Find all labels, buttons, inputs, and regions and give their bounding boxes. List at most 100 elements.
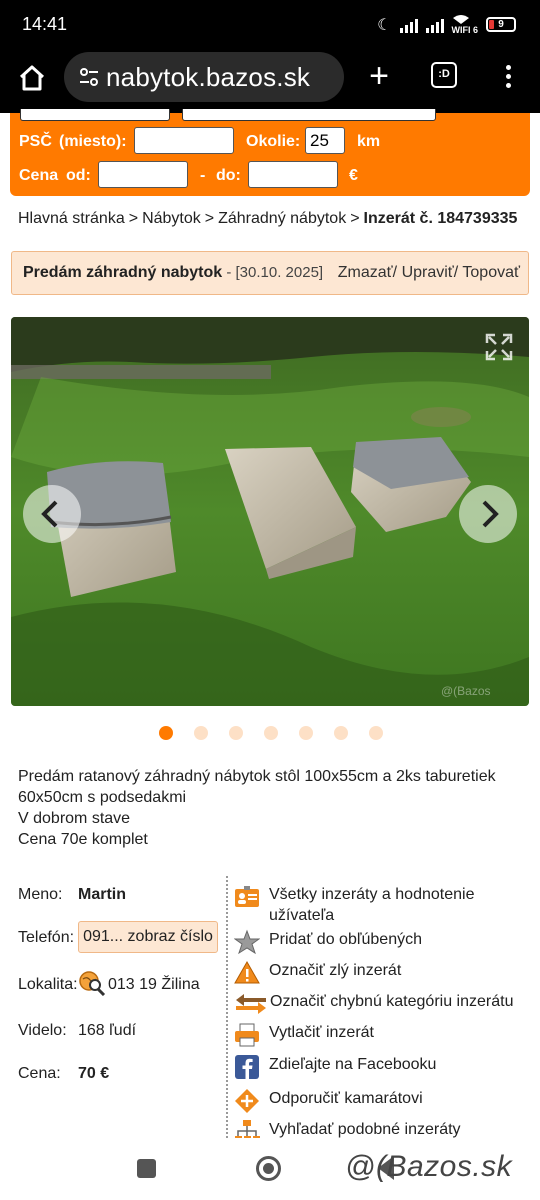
fullscreen-icon[interactable] (483, 331, 515, 363)
action-label: Označiť zlý inzerát (269, 962, 402, 979)
dash-label: - (200, 167, 206, 184)
search-field-cut-2[interactable] (182, 109, 436, 121)
price-row: Cena: (18, 1065, 78, 1083)
action-facebook[interactable]: Zdieľajte na Facebooku (234, 1054, 436, 1080)
od-label: od: (66, 167, 91, 184)
currency-label: € (349, 167, 358, 184)
phone-row: Telefón: (18, 929, 78, 947)
overflow-menu-icon[interactable] (496, 62, 520, 94)
action-favorite[interactable]: Pridať do obľúbených (234, 929, 422, 955)
warning-icon (234, 960, 260, 984)
cena-od-input[interactable] (98, 161, 188, 188)
cena-do-input[interactable] (248, 161, 338, 188)
pagination-dot[interactable] (334, 726, 348, 740)
breadcrumb-home[interactable]: Hlavná stránka (18, 210, 125, 227)
action-user-listings[interactable]: Všetky inzeráty a hodnotenie užívateľa (234, 884, 499, 926)
map-search-icon[interactable] (78, 970, 106, 996)
seller-name: Martin (78, 886, 126, 903)
printer-icon (235, 1023, 259, 1047)
status-time: 14:41 (22, 14, 68, 34)
pagination-dot[interactable] (369, 726, 383, 740)
url-text: nabytok.bazos.sk (106, 61, 311, 92)
status-icons: ☾ WIFI 6 9 (377, 14, 516, 35)
prev-photo-button[interactable] (23, 485, 81, 543)
status-bar: 14:41 ☾ WIFI 6 9 (0, 0, 540, 50)
description-line: Predám ratanový záhradný nábytok stôl 10… (18, 768, 496, 806)
action-label: Všetky inzeráty a hodnotenie užívateľa (269, 886, 475, 924)
user-card-icon (235, 886, 259, 907)
star-icon (234, 929, 260, 955)
location-value[interactable]: 013 19 Žilina (108, 976, 200, 994)
column-divider (226, 876, 228, 1138)
signal-icon (399, 17, 418, 33)
action-recommend[interactable]: Odporučiť kamarátovi (234, 1088, 423, 1114)
bazos-watermark: @(Bazos.sk (345, 1150, 513, 1183)
site-settings-icon[interactable] (78, 66, 100, 88)
wifi-icon: WIFI 6 (451, 14, 479, 35)
home-nav-icon[interactable] (256, 1156, 281, 1181)
breadcrumb-current: Inzerát č. 184739335 (363, 210, 518, 227)
description-line: V dobrom stave (18, 810, 131, 827)
battery-icon: 9 (486, 17, 516, 32)
phone-label: Telefón: (18, 929, 75, 946)
new-tab-icon[interactable]: + (364, 58, 394, 98)
browser-toolbar: nabytok.bazos.sk + :D (0, 50, 540, 113)
action-label: Vyhľadať podobné inzeráty (269, 1121, 461, 1138)
psc-label: PSČ (19, 133, 52, 150)
photo-image: @(Bazos (11, 317, 529, 706)
breadcrumb-zahradny[interactable]: Záhradný nábytok (218, 210, 346, 227)
breadcrumb-nabytok[interactable]: Nábytok (142, 210, 201, 227)
pagination-dot[interactable] (194, 726, 208, 740)
description-line: Cena 70e komplet (18, 831, 148, 848)
swap-arrows-icon (236, 994, 266, 1014)
miesto-label: (miesto): (59, 133, 127, 150)
chevron-left-icon (41, 500, 58, 528)
next-photo-button[interactable] (459, 485, 517, 543)
cena-label: Cena (19, 167, 59, 184)
okolie-label: Okolie: (246, 133, 301, 150)
tab-switcher-button[interactable]: :D (431, 62, 457, 88)
address-bar[interactable]: nabytok.bazos.sk (64, 52, 344, 102)
views-row: Videlo: (18, 1022, 78, 1040)
action-wrong-category[interactable]: Označiť chybnú kategóriu inzerátu (234, 991, 513, 1017)
listing-photo[interactable]: @(Bazos (11, 317, 529, 706)
search-field-cut-1[interactable] (20, 109, 170, 121)
breadcrumb-separator: > (128, 210, 139, 227)
pagination-dot[interactable] (264, 726, 278, 740)
listing-title: Predám záhradný nabytok (23, 264, 223, 281)
pagination-dot[interactable] (229, 726, 243, 740)
action-report[interactable]: Označiť zlý inzerát (234, 960, 401, 986)
seller-name-row: Meno: (18, 886, 78, 904)
home-icon[interactable] (14, 60, 50, 96)
okolie-input[interactable]: 25 (305, 127, 345, 154)
photo-pagination (159, 726, 383, 740)
action-label: Vytlačiť inzerát (269, 1024, 374, 1041)
price-value: 70 € (78, 1065, 110, 1082)
action-label: Pridať do obľúbených (269, 931, 422, 948)
search-panel: PSČ (miesto): Okolie: 25 km Cena od: - d… (10, 109, 530, 196)
pagination-dot[interactable] (159, 726, 173, 740)
action-label: Označiť chybnú kategóriu inzerátu (270, 993, 514, 1010)
views-value: 168 ľudí (78, 1022, 137, 1039)
price-label: Cena: (18, 1065, 61, 1082)
action-print[interactable]: Vytlačiť inzerát (234, 1022, 374, 1048)
km-label: km (357, 133, 381, 150)
location-label: Lokalita: (18, 976, 78, 993)
breadcrumb-separator: > (204, 210, 215, 227)
do-label: do: (216, 167, 241, 184)
psc-input[interactable] (134, 127, 234, 154)
facebook-icon (235, 1055, 259, 1079)
recent-apps-icon[interactable] (137, 1159, 156, 1178)
listing-header: Predám záhradný nabytok - [30.10. 2025] … (11, 251, 529, 295)
show-phone-button[interactable]: 091... zobraz číslo (78, 921, 218, 953)
breadcrumb-separator: > (350, 210, 360, 227)
listing-description: Predám ratanový záhradný nábytok stôl 10… (18, 766, 518, 850)
wifi-label: WIFI 6 (451, 25, 479, 35)
pagination-dot[interactable] (299, 726, 313, 740)
seller-name-label: Meno: (18, 886, 63, 903)
moon-icon: ☾ (377, 16, 392, 34)
views-label: Videlo: (18, 1022, 67, 1039)
recommend-icon (235, 1089, 259, 1113)
signal-icon-2 (425, 17, 444, 33)
listing-manage-links[interactable]: Zmazať/ Upraviť/ Topovať (338, 264, 520, 282)
